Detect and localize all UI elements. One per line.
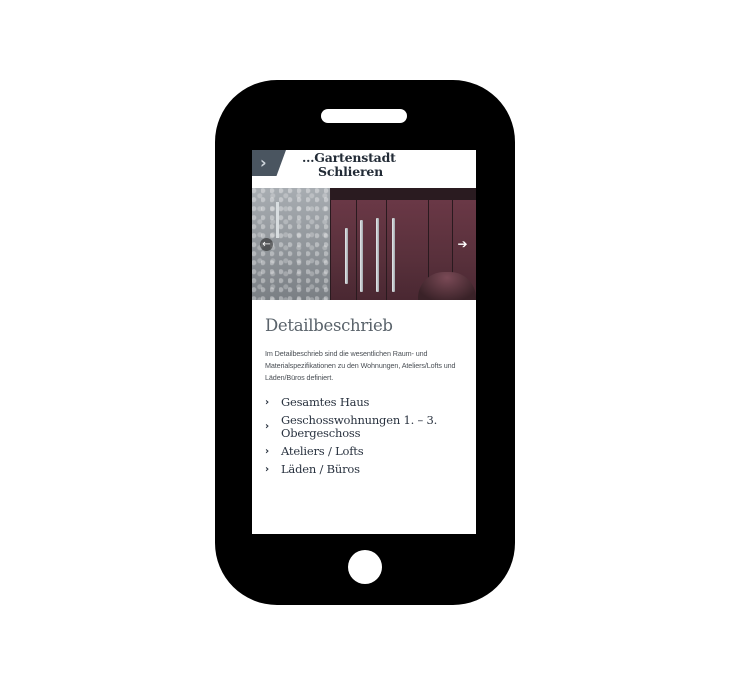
chevron-right-icon: › bbox=[265, 397, 269, 408]
hero-shower bbox=[276, 202, 279, 238]
chevron-right-icon: › bbox=[265, 446, 269, 457]
link-laeden-bueros[interactable]: › Läden / Büros bbox=[265, 463, 464, 476]
hero-cabinet-top bbox=[330, 188, 476, 200]
link-gesamtes-haus[interactable]: › Gesamtes Haus bbox=[265, 396, 464, 409]
hero-handle bbox=[345, 228, 348, 284]
link-label: Gesamtes Haus bbox=[281, 395, 370, 409]
menu-button[interactable]: › bbox=[252, 150, 286, 176]
phone-screen: › …Gartenstadt Schlieren ← ➔ Detailbesch… bbox=[252, 150, 476, 534]
phone-home-button[interactable] bbox=[348, 550, 382, 584]
phone-frame: › …Gartenstadt Schlieren ← ➔ Detailbesch… bbox=[215, 80, 515, 605]
arrow-left-icon[interactable]: ← bbox=[260, 238, 273, 251]
chevron-right-icon: › bbox=[260, 153, 267, 172]
link-geschosswohnungen[interactable]: › Geschosswohnungen 1. – 3. Obergeschoss bbox=[265, 414, 464, 440]
hero-handle bbox=[392, 218, 395, 292]
hero-image-slider: ← ➔ bbox=[252, 188, 476, 300]
chevron-right-icon: › bbox=[265, 421, 269, 432]
main-content: Detailbeschrieb Im Detailbeschrieb sind … bbox=[252, 300, 476, 476]
site-header: › …Gartenstadt Schlieren bbox=[252, 150, 476, 188]
site-logo[interactable]: …Gartenstadt Schlieren bbox=[302, 151, 396, 179]
logo-line-2: Schlieren bbox=[318, 164, 384, 179]
intro-text: Im Detailbeschrieb sind die wesentlichen… bbox=[265, 349, 456, 382]
link-label: Läden / Büros bbox=[281, 462, 360, 476]
document-link-list: › Gesamtes Haus › Geschosswohnungen 1. –… bbox=[265, 396, 464, 476]
phone-speaker bbox=[321, 109, 407, 123]
chevron-right-icon: › bbox=[265, 464, 269, 475]
logo-line-1: …Gartenstadt bbox=[302, 150, 396, 165]
link-label: Geschosswohnungen 1. – 3. Obergeschoss bbox=[281, 413, 438, 440]
hero-handle bbox=[376, 218, 379, 292]
link-ateliers-lofts[interactable]: › Ateliers / Lofts bbox=[265, 445, 464, 458]
hero-handle bbox=[360, 220, 363, 292]
hero-door bbox=[330, 200, 357, 300]
link-label: Ateliers / Lofts bbox=[281, 444, 364, 458]
arrow-right-icon[interactable]: ➔ bbox=[456, 238, 469, 251]
page-title: Detailbeschrieb bbox=[265, 316, 393, 335]
